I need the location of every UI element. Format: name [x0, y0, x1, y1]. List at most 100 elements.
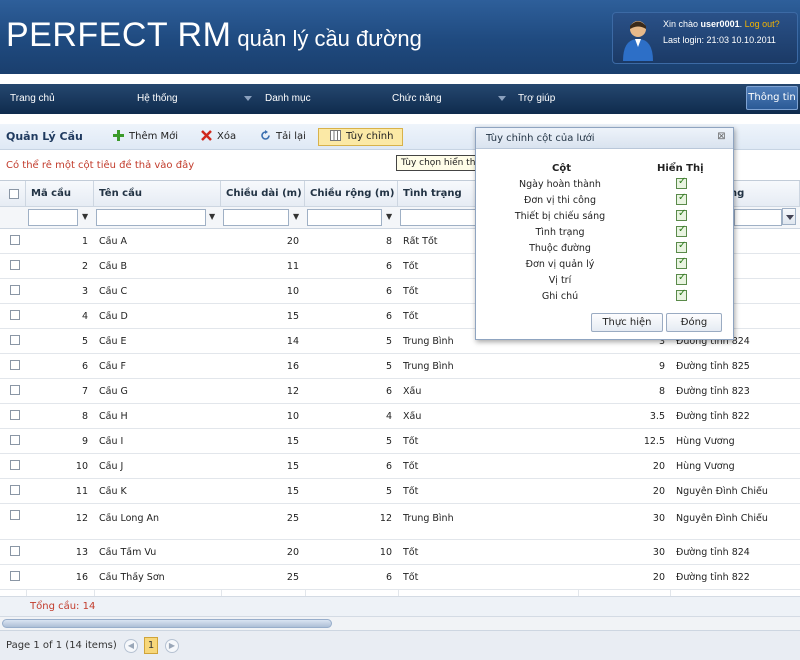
cell-name: Cầu Long An [99, 513, 160, 524]
cell-status: Trung Bình [403, 513, 454, 524]
table-row[interactable]: 11 Cầu K 15 5 Tốt 20 Nguyễn Đình Chiểu [0, 479, 800, 504]
table-row[interactable]: 7 Cầu G 12 6 Xấu 8 Đường tỉnh 823 [0, 379, 800, 404]
cell-width: 6 [385, 261, 392, 272]
row-checkbox[interactable] [10, 571, 20, 581]
pager: Page 1 of 1 (14 items) ◀ 1 ▶ [0, 630, 800, 660]
delete-button[interactable]: Xóa [201, 128, 236, 146]
filter-road-input[interactable] [734, 209, 782, 226]
cell-width: 12 [379, 513, 392, 524]
dialog-column-option: Tình trạng [535, 227, 585, 238]
filter-icon[interactable]: ▼ [209, 212, 217, 222]
row-checkbox[interactable] [10, 260, 20, 270]
show-column-checkbox[interactable] [676, 208, 687, 221]
cell-name: Cầu J [99, 461, 124, 472]
logout-link[interactable]: Log out? [745, 19, 780, 29]
row-checkbox[interactable] [10, 485, 20, 495]
table-row[interactable]: 6 Cầu F 16 5 Trung Bình 9 Đường tỉnh 825 [0, 354, 800, 379]
add-button[interactable]: Thêm Mới [113, 128, 178, 146]
row-checkbox[interactable] [10, 435, 20, 445]
cell-road: Hùng Vương [676, 436, 735, 447]
show-column-checkbox[interactable] [676, 240, 687, 253]
page-number-current[interactable]: 1 [144, 637, 158, 654]
grid-footer: Tổng cầu: 14 [0, 596, 800, 616]
menu-item-help[interactable]: Trợ giúp [518, 84, 555, 114]
show-column-checkbox[interactable] [676, 224, 687, 237]
filter-id-input[interactable] [28, 209, 78, 226]
table-row[interactable]: 12 Cầu Long An 25 12 Trung Bình 30 Nguyễn Đình… [0, 504, 800, 540]
cell-status: Tốt [403, 461, 419, 472]
show-column-checkbox[interactable] [676, 192, 687, 205]
filter-road-dropdown[interactable] [782, 208, 796, 225]
column-header-name[interactable]: Tên cầu [94, 181, 221, 207]
show-column-checkbox[interactable] [676, 176, 687, 189]
cell-length: 20 [286, 547, 299, 558]
scrollbar-thumb[interactable] [2, 619, 332, 628]
group-drop-hint: Có thể rê một cột tiêu đề thả vào đây [6, 160, 195, 171]
dialog-title: Tùy chỉnh cột của lưới [486, 133, 595, 144]
filter-status-input[interactable] [400, 209, 478, 226]
show-column-checkbox[interactable] [676, 256, 687, 269]
pager-info: Page 1 of 1 (14 items) [6, 640, 117, 651]
cell-name: Cầu I [99, 436, 124, 447]
filter-width-input[interactable] [307, 209, 382, 226]
cell-length: 10 [286, 286, 299, 297]
row-checkbox[interactable] [10, 385, 20, 395]
menu-item-system[interactable]: Hệ thống [137, 84, 178, 114]
horizontal-scrollbar[interactable] [0, 616, 800, 630]
cell-id: 7 [81, 386, 88, 397]
row-checkbox[interactable] [10, 335, 20, 345]
cell-status: Xấu [403, 386, 422, 397]
filter-length-input[interactable] [223, 209, 289, 226]
table-row[interactable]: 10 Cầu J 15 6 Tốt 20 Hùng Vương [0, 454, 800, 479]
show-column-checkbox[interactable] [676, 288, 687, 301]
info-button[interactable]: Thông tin [746, 86, 798, 110]
reload-button[interactable]: Tải lại [260, 128, 306, 146]
cell-hidden: 30 [652, 513, 665, 524]
row-checkbox[interactable] [10, 460, 20, 470]
filter-icon[interactable]: ▼ [386, 212, 394, 222]
column-header-length[interactable]: Chiều dài (m) [221, 181, 305, 207]
cell-id: 10 [75, 461, 88, 472]
column-customize-dialog: Tùy chỉnh cột của lưới ⊠ Cột Hiển Thị Ng… [475, 127, 734, 340]
dialog-column-option: Đơn vị thi công [524, 195, 596, 206]
cell-hidden: 3.5 [649, 411, 665, 422]
show-column-checkbox[interactable] [676, 272, 687, 285]
select-all-checkbox[interactable] [9, 189, 19, 199]
row-checkbox[interactable] [10, 410, 20, 420]
row-checkbox[interactable] [10, 510, 20, 520]
cell-name: Cầu D [99, 311, 128, 322]
row-checkbox[interactable] [10, 546, 20, 556]
table-row[interactable]: 13 Cầu Tầm Vu 20 10 Tốt 30 Đường tỉnh 824 [0, 540, 800, 565]
column-header-width[interactable]: Chiều rộng (m) [305, 181, 398, 207]
cell-length: 25 [286, 513, 299, 524]
cell-name: Cầu A [99, 236, 127, 247]
customize-button[interactable]: Tùy chỉnh [330, 128, 393, 146]
filter-icon[interactable]: ▼ [293, 212, 301, 222]
filter-icon[interactable]: ▼ [82, 212, 90, 222]
table-row[interactable]: 16 Cầu Thầy Sơn 25 6 Tốt 20 Đường tỉnh 822 [0, 565, 800, 590]
row-checkbox[interactable] [10, 235, 20, 245]
column-header-id[interactable]: Mã cầu [26, 181, 94, 207]
cell-length: 15 [286, 311, 299, 322]
cell-length: 12 [286, 386, 299, 397]
row-checkbox[interactable] [10, 360, 20, 370]
apply-button[interactable]: Thực hiện [591, 313, 663, 332]
close-button[interactable]: Đóng [666, 313, 722, 332]
menu-item-home[interactable]: Trang chủ [10, 84, 55, 114]
filter-name-input[interactable] [96, 209, 206, 226]
dialog-titlebar: Tùy chỉnh cột của lưới ⊠ [476, 128, 733, 149]
cell-hidden: 12.5 [643, 436, 665, 447]
customize-button-label: Tùy chỉnh [346, 131, 394, 142]
cell-id: 2 [81, 261, 88, 272]
menu-item-functions[interactable]: Chức năng [392, 84, 442, 114]
chevron-right-icon[interactable]: ▶ [165, 639, 179, 653]
close-icon[interactable]: ⊠ [716, 132, 727, 143]
cell-name: Cầu G [99, 386, 128, 397]
chevron-left-icon[interactable]: ◀ [124, 639, 138, 653]
menu-item-catalog[interactable]: Danh mục [265, 84, 311, 114]
table-row[interactable]: 9 Cầu I 15 5 Tốt 12.5 Hùng Vương [0, 429, 800, 454]
row-checkbox[interactable] [10, 285, 20, 295]
table-row[interactable]: 8 Cầu H 10 4 Xấu 3.5 Đường tỉnh 822 [0, 404, 800, 429]
row-checkbox[interactable] [10, 310, 20, 320]
cell-name: Cầu B [99, 261, 128, 272]
